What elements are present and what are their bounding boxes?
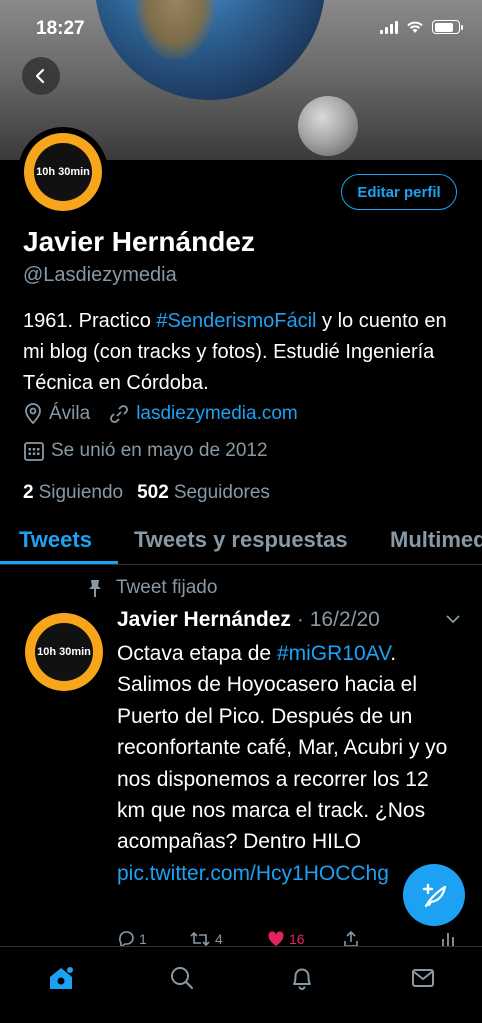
followers-link[interactable]: 502 Seguidores: [137, 482, 270, 504]
profile-handle: @Lasdiezymedia: [23, 264, 177, 286]
compose-tweet-button[interactable]: [403, 864, 465, 926]
tweet-avatar-ring: 10h 30min: [25, 613, 103, 691]
location-icon: [25, 403, 41, 425]
tab-tweets[interactable]: Tweets: [19, 527, 92, 553]
status-time: 18:27: [36, 18, 85, 39]
status-bar: 18:27: [0, 0, 482, 50]
profile-bio: 1961. Practico #SenderismoFácil y lo cue…: [23, 306, 463, 399]
chevron-down-icon[interactable]: [444, 610, 462, 628]
tab-multimedia[interactable]: Multimedia: [390, 527, 482, 553]
avatar-ring: 10h 30min: [24, 133, 102, 211]
tweet-media-link[interactable]: pic.twitter.com/Hcy1HOCChg: [117, 862, 389, 885]
wifi-icon: [407, 21, 423, 33]
home-icon: [50, 967, 73, 989]
website[interactable]: lasdiezymedia.com: [108, 403, 298, 425]
tweet-actions: 1 4 16: [117, 928, 462, 948]
website-link[interactable]: lasdiezymedia.com: [136, 403, 298, 425]
moon-image: [298, 96, 358, 156]
tweet-avatar[interactable]: 10h 30min: [18, 606, 110, 698]
pin-icon: [89, 580, 101, 597]
tweet-text-1: Octava etapa de: [117, 642, 277, 665]
tweet-hashtag-link[interactable]: #miGR10AV: [277, 642, 390, 665]
back-arrow-icon: [35, 68, 45, 84]
edit-profile-button[interactable]: Editar perfil: [341, 174, 457, 210]
tweet-header: Javier Hernández · 16/2/20: [117, 608, 380, 632]
notifications-icon: [293, 968, 311, 990]
active-tab-indicator: [0, 561, 118, 564]
battery-icon: [432, 20, 463, 34]
nav-messages[interactable]: [408, 963, 438, 993]
bottom-navigation: [0, 946, 482, 1023]
tweet-text-2: . Salimos de Hoyocasero hacia el Puerto …: [117, 642, 448, 854]
tweet-date: · 16/2/20: [296, 608, 380, 631]
nav-search[interactable]: [167, 963, 197, 993]
back-button[interactable]: [22, 57, 60, 95]
profile-avatar[interactable]: 10h 30min: [18, 127, 108, 217]
following-label: Siguiendo: [38, 482, 124, 503]
calendar-icon: [24, 442, 44, 461]
profile-meta-row: Ávila lasdiezymedia.com: [23, 403, 316, 425]
pinned-text: Tweet fijado: [116, 577, 218, 598]
location: Ávila: [23, 403, 90, 425]
followers-label: Seguidores: [173, 482, 270, 503]
following-count: 2: [23, 482, 34, 503]
joined-text: Se unió en mayo de 2012: [51, 440, 268, 461]
status-icons: [380, 20, 463, 34]
nav-notifications[interactable]: [287, 963, 317, 993]
signal-icon: [380, 20, 398, 34]
tweet-author[interactable]: Javier Hernández: [117, 608, 291, 632]
profile-tabs: Tweets Tweets y respuestas Multimedia: [0, 515, 482, 565]
joined: Se unió en mayo de 2012: [23, 440, 268, 462]
following-link[interactable]: 2 Siguiendo: [23, 482, 123, 504]
followers-count: 502: [137, 482, 169, 503]
follow-stats: 2 Siguiendo 502 Seguidores: [23, 482, 270, 504]
search-icon: [171, 967, 193, 989]
avatar-text: 10h 30min: [34, 143, 92, 201]
joined-row: Se unió en mayo de 2012: [23, 440, 286, 462]
bio-text-1: 1961. Practico: [23, 310, 157, 332]
messages-icon: [412, 969, 434, 987]
compose-tweet-icon: [422, 883, 447, 908]
retweet-count: 4: [215, 931, 223, 947]
tweet-avatar-text: 10h 30min: [35, 623, 93, 681]
like-count: 16: [289, 931, 305, 947]
tweet-text[interactable]: Octava etapa de #miGR10AV. Salimos de Ho…: [117, 638, 462, 889]
bio-hashtag-link[interactable]: #SenderismoFácil: [156, 310, 316, 332]
profile-name: Javier Hernández: [23, 226, 255, 257]
pinned-label: Tweet fijado: [86, 577, 217, 599]
tab-tweets-and-replies[interactable]: Tweets y respuestas: [134, 527, 348, 553]
nav-home[interactable]: [46, 963, 76, 993]
reply-count: 1: [139, 931, 147, 947]
link-icon: [110, 405, 129, 423]
location-text: Ávila: [49, 403, 91, 424]
